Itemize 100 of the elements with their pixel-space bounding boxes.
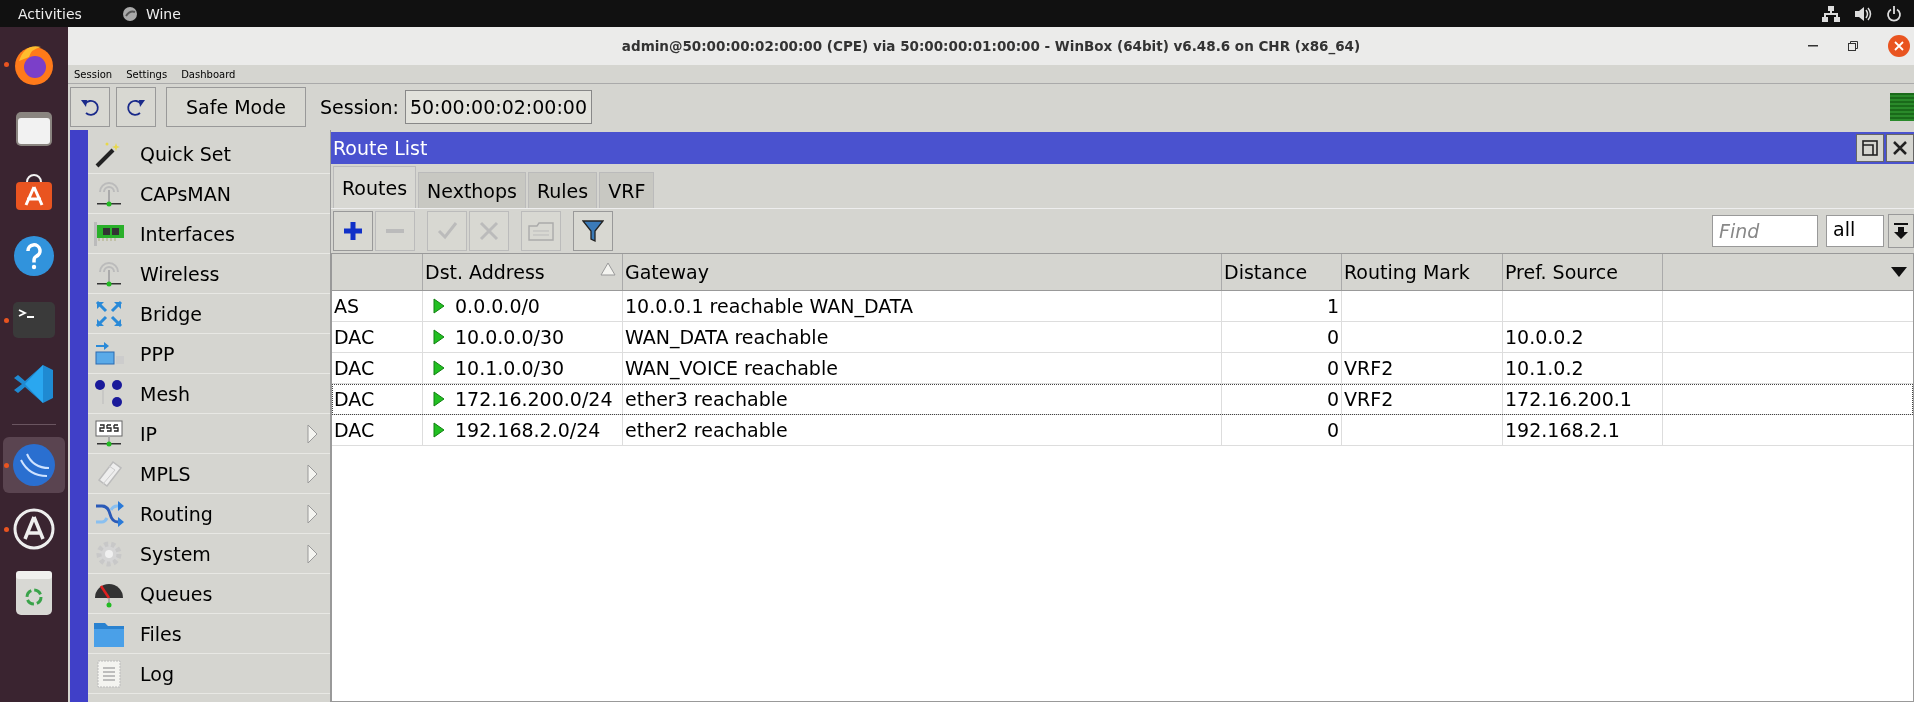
- sidebar-item[interactable]: Queues: [88, 574, 330, 614]
- tab[interactable]: Nexthops: [418, 172, 526, 208]
- table-cell: 172.16.200.1: [1505, 388, 1632, 410]
- window-title: admin@50:00:00:02:00:00 (CPE) via 50:00:00:01:00:00 - WinBox (64bit) v6.48.6 on CHR (x86_64): [621, 38, 1361, 54]
- close-icon: [1893, 141, 1907, 155]
- antenna-icon: [95, 259, 123, 288]
- tab[interactable]: Rules: [527, 172, 598, 208]
- table-cell: 10.0.0.0/30: [455, 326, 565, 348]
- dots-icon: [95, 379, 123, 408]
- filter-button[interactable]: [573, 211, 613, 251]
- tab[interactable]: Routes: [333, 166, 417, 208]
- column-header[interactable]: Pref. Source: [1503, 254, 1663, 290]
- play-icon: [433, 422, 445, 438]
- play-icon: [433, 298, 445, 314]
- sidebar-item[interactable]: CAPsMAN: [88, 174, 330, 214]
- sidebar-item[interactable]: Mesh: [88, 374, 330, 414]
- table-cell: ether3 reachable: [625, 388, 788, 410]
- tag-icon: [95, 459, 123, 488]
- code-editor-icon: [13, 363, 55, 405]
- table-row[interactable]: AS 0.0.0.0/0 10.0.0.1 reachable WAN_DATA 1: [332, 291, 1913, 322]
- menu-item[interactable]: Dashboard: [181, 68, 236, 80]
- table-row[interactable]: DAC 10.1.0.0/30 WAN_VOICE reachable 0 VRF2 10.1.0.2: [332, 353, 1913, 384]
- filter-icon: [582, 219, 604, 243]
- sidebar-item[interactable]: Routing: [88, 494, 330, 534]
- app-menu[interactable]: Wine: [121, 5, 181, 22]
- dock-item[interactable]: [3, 437, 65, 493]
- network-icon[interactable]: [1822, 5, 1840, 22]
- power-icon[interactable]: [1886, 5, 1902, 22]
- help-icon: [12, 234, 56, 278]
- add-button[interactable]: [333, 211, 373, 251]
- activities-button[interactable]: Activities: [18, 5, 82, 22]
- table-cell: 0: [1326, 388, 1339, 410]
- undo-button[interactable]: [70, 87, 110, 127]
- sidebar-item[interactable]: Files: [88, 614, 330, 654]
- restore-button[interactable]: [1856, 134, 1884, 162]
- sidebar-item[interactable]: MPLS: [88, 454, 330, 494]
- scope-dropdown[interactable]: all: [1826, 215, 1884, 247]
- table-cell: 10.1.0.0/30: [455, 357, 565, 379]
- submenu-arrow-icon: [307, 543, 318, 564]
- gear-icon: [95, 539, 123, 568]
- sidebar-item[interactable]: Log: [88, 654, 330, 694]
- restore-icon[interactable]: [1848, 41, 1858, 51]
- note-icon: [528, 221, 554, 241]
- menu-item[interactable]: Settings: [126, 68, 168, 80]
- table-cell: 10.1.0.2: [1505, 357, 1584, 379]
- sidebar-item[interactable]: Bridge: [88, 294, 330, 334]
- table-row[interactable]: DAC 192.168.2.0/24 ether2 reachable 0 192.168.2.1: [332, 415, 1913, 446]
- wine-icon: [121, 5, 138, 22]
- column-header[interactable]: Gateway: [623, 254, 1222, 290]
- table-row[interactable]: DAC 172.16.200.0/24 ether3 reachable 0 VRF2 172.16.200.1: [332, 384, 1913, 415]
- tab[interactable]: VRF: [599, 172, 655, 208]
- crossing-arrows-icon: [94, 499, 124, 528]
- column-header[interactable]: Routing Mark: [1342, 254, 1503, 290]
- session-field[interactable]: 50:00:00:02:00:00: [404, 90, 592, 124]
- table-cell: WAN_DATA reachable: [625, 326, 829, 348]
- activity-meter: [1890, 93, 1914, 121]
- table-cell: 0: [1326, 419, 1339, 441]
- redo-icon: [126, 98, 146, 116]
- antenna-icon: [95, 179, 123, 208]
- redo-button[interactable]: [116, 87, 156, 127]
- table-cell: DAC: [334, 388, 375, 410]
- volume-icon[interactable]: [1854, 5, 1872, 22]
- table-cell: VRF2: [1344, 388, 1394, 410]
- close-icon[interactable]: [1888, 35, 1910, 57]
- find-field[interactable]: Find: [1712, 215, 1818, 247]
- table-cell: 1: [1326, 295, 1339, 317]
- arrows-icon: [95, 299, 123, 328]
- display-icon: [95, 419, 123, 448]
- submenu-arrow-icon: [307, 423, 318, 444]
- plus-icon: [342, 220, 364, 242]
- table-cell: WAN_VOICE reachable: [625, 357, 838, 379]
- column-header[interactable]: Dst. Address: [423, 254, 623, 290]
- shopping-bag-icon: [14, 172, 54, 212]
- session-label: Session:: [320, 96, 399, 118]
- table-cell: VRF2: [1344, 357, 1394, 379]
- column-menu-icon[interactable]: [1891, 267, 1907, 277]
- sidebar-item[interactable]: IP: [88, 414, 330, 454]
- table-cell: ether2 reachable: [625, 419, 788, 441]
- table-cell: 192.168.2.0/24: [455, 419, 601, 441]
- table-cell: DAC: [334, 357, 375, 379]
- expand-button[interactable]: [1888, 214, 1914, 248]
- sidebar-item[interactable]: Wireless: [88, 254, 330, 294]
- table-cell: DAC: [334, 326, 375, 348]
- table-cell: 10.0.0.2: [1505, 326, 1584, 348]
- sidebar-item[interactable]: System: [88, 534, 330, 574]
- column-header[interactable]: Distance: [1222, 254, 1342, 290]
- table-row[interactable]: DAC 10.0.0.0/30 WAN_DATA reachable 0 10.0.0.2: [332, 322, 1913, 353]
- table-cell: 172.16.200.0/24: [455, 388, 613, 410]
- menu-item[interactable]: Session: [74, 68, 113, 80]
- close-button[interactable]: [1886, 134, 1914, 162]
- table-cell: 0: [1326, 326, 1339, 348]
- sidebar-item[interactable]: PPP: [88, 334, 330, 374]
- play-icon: [433, 391, 445, 407]
- safe-mode-button[interactable]: Safe Mode: [166, 87, 306, 127]
- minimize-icon[interactable]: [1808, 45, 1818, 47]
- sidebar-item[interactable]: Quick Set: [88, 134, 330, 174]
- table-cell: DAC: [334, 419, 375, 441]
- folder-icon: [94, 620, 124, 647]
- sidebar-item[interactable]: Interfaces: [88, 214, 330, 254]
- trash-icon: [16, 571, 52, 615]
